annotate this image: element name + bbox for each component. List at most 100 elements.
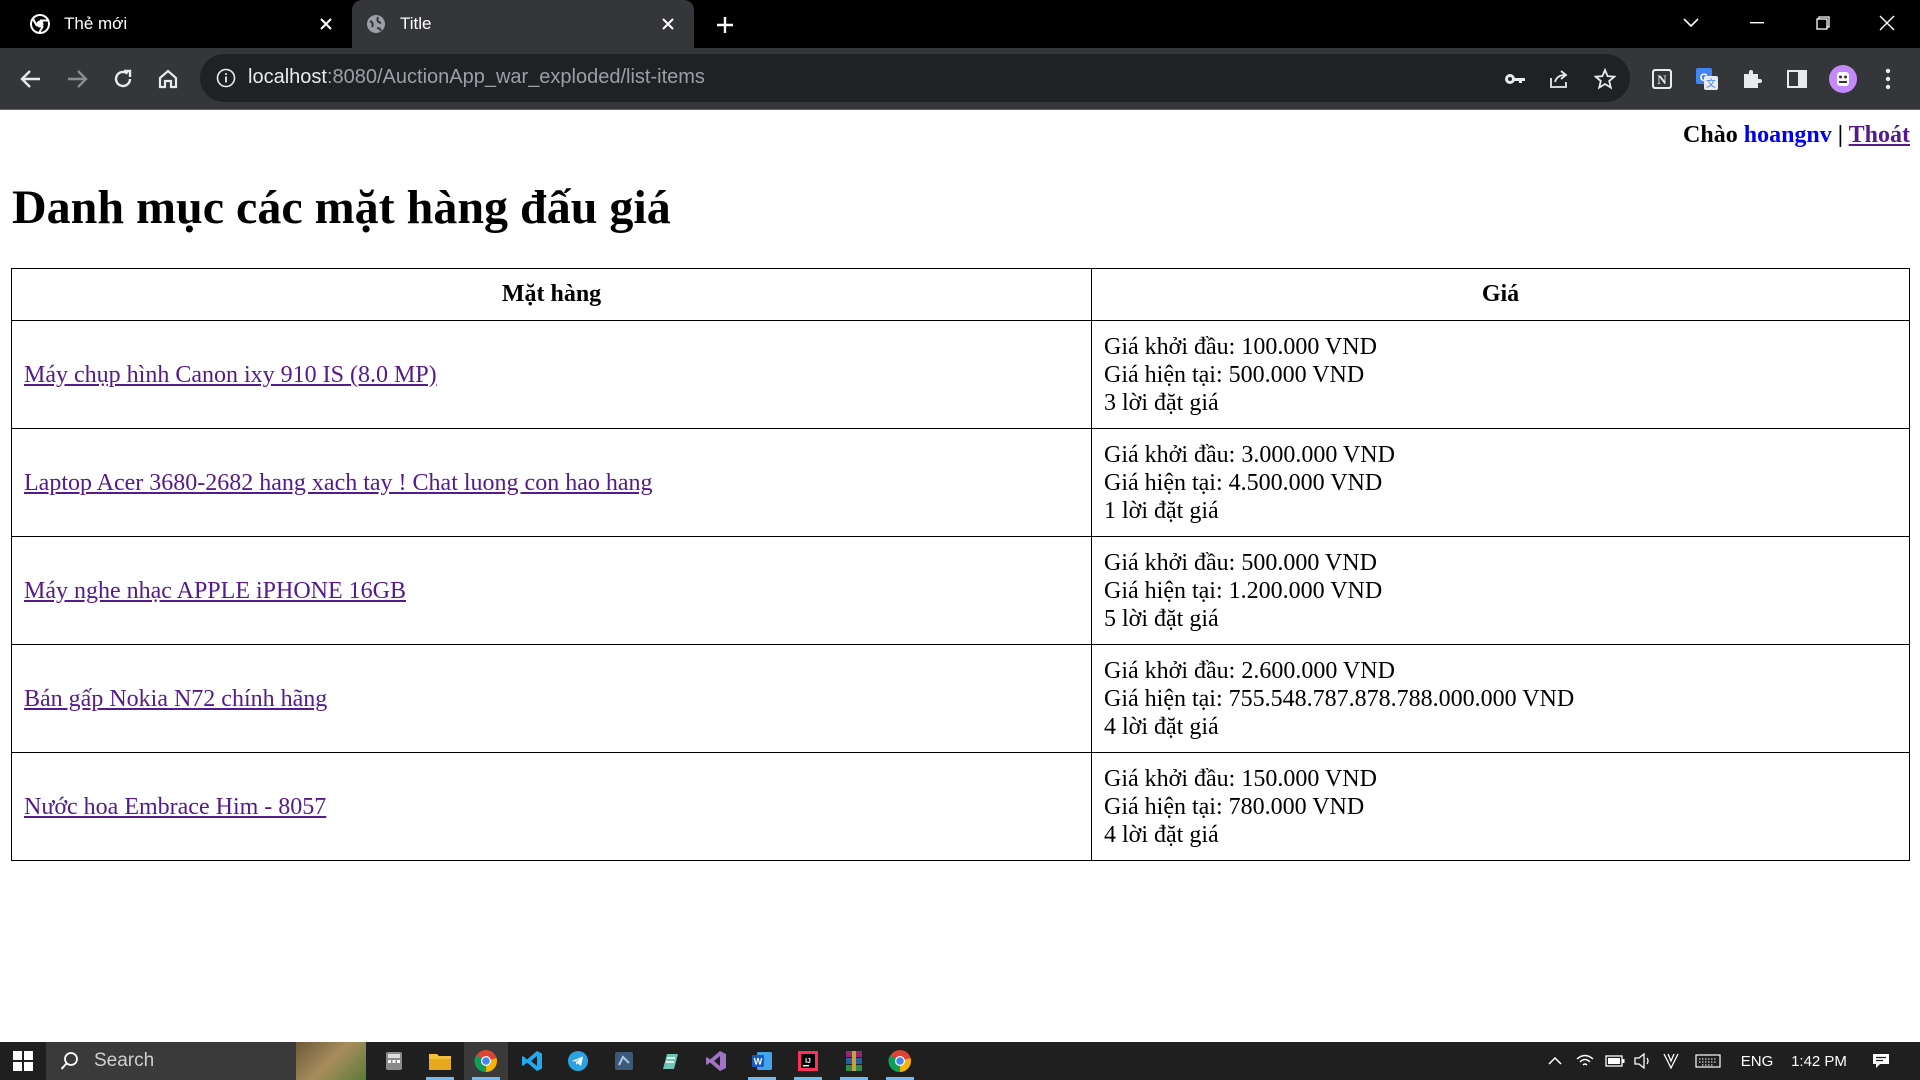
translate-extension-icon[interactable]: G文: [1692, 64, 1722, 94]
extensions-puzzle-icon[interactable]: [1737, 64, 1767, 94]
logout-link[interactable]: Thoát: [1849, 122, 1910, 148]
restore-icon[interactable]: [1808, 8, 1838, 38]
table-row: Laptop Acer 3680-2682 hang xach tay ! Ch…: [11, 428, 1910, 537]
visual-studio-app-icon[interactable]: [694, 1042, 738, 1080]
wifi-icon[interactable]: [1574, 1042, 1596, 1080]
search-icon: [60, 1051, 80, 1071]
bid-count: 1 lời đặt giá: [1104, 497, 1219, 524]
site-info-icon[interactable]: [214, 66, 238, 90]
tab-search-icon[interactable]: [1676, 8, 1706, 38]
clock-time[interactable]: 1:42 PM: [1786, 1042, 1852, 1080]
current-price: Giá hiện tại: 500.000 VND: [1104, 361, 1365, 388]
item-cell: Nước hoa Embrace Him - 8057: [11, 752, 1092, 861]
address-bar[interactable]: localhost:8080/AuctionApp_war_exploded/l…: [200, 54, 1630, 102]
current-price: Giá hiện tại: 755.548.787.878.788.000.00…: [1104, 685, 1575, 712]
word-app-icon[interactable]: W: [740, 1042, 784, 1080]
intellij-app-icon[interactable]: IJ: [786, 1042, 830, 1080]
chrome-app-icon[interactable]: [464, 1042, 508, 1080]
home-icon[interactable]: [153, 64, 183, 94]
notes-app-icon[interactable]: [648, 1042, 692, 1080]
item-link[interactable]: Bán gấp Nokia N72 chính hãng: [24, 686, 327, 712]
back-arrow-icon[interactable]: [16, 64, 46, 94]
column-header-price: Giá: [1091, 268, 1910, 321]
winrar-app-icon[interactable]: [832, 1042, 876, 1080]
volume-icon[interactable]: [1632, 1042, 1654, 1080]
close-tab-icon[interactable]: [316, 14, 336, 34]
table-header-row: Mặt hàng Giá: [11, 268, 1910, 321]
user-greeting: Chào hoangnv | Thoát: [1683, 122, 1910, 149]
item-cell: Máy chụp hình Canon ixy 910 IS (8.0 MP): [11, 320, 1092, 429]
page-title: Danh mục các mặt hàng đấu giá: [12, 181, 671, 234]
vpn-icon[interactable]: [1660, 1042, 1682, 1080]
current-price: Giá hiện tại: 780.000 VND: [1104, 793, 1365, 820]
url-text[interactable]: localhost:8080/AuctionApp_war_exploded/l…: [248, 66, 705, 89]
vscode-app-icon[interactable]: [510, 1042, 554, 1080]
table-row: Máy nghe nhạc APPLE iPHONE 16GB Giá khởi…: [11, 536, 1910, 645]
bid-count: 3 lời đặt giá: [1104, 389, 1219, 416]
page-content: Chào hoangnv | Thoát Danh mục các mặt hà…: [0, 110, 1920, 1042]
input-language[interactable]: ENG: [1736, 1042, 1778, 1080]
item-link[interactable]: Máy nghe nhạc APPLE iPHONE 16GB: [24, 578, 406, 604]
item-link[interactable]: Máy chụp hình Canon ixy 910 IS (8.0 MP): [24, 362, 437, 388]
tab-title-page[interactable]: Title: [352, 0, 694, 48]
bookmark-star-icon[interactable]: [1592, 66, 1618, 92]
profile-avatar[interactable]: [1828, 64, 1858, 94]
price-cell: Giá khởi đầu: 3.000.000 VND Giá hiện tại…: [1091, 428, 1910, 537]
windows-taskbar: Search W IJ ENG 1:42 PM: [0, 1042, 1920, 1080]
item-link[interactable]: Nước hoa Embrace Him - 8057: [24, 794, 326, 820]
tray-chevron-up-icon[interactable]: [1544, 1042, 1566, 1080]
price-cell: Giá khởi đầu: 100.000 VND Giá hiện tại: …: [1091, 320, 1910, 429]
bid-count: 5 lời đặt giá: [1104, 605, 1219, 632]
start-price: Giá khởi đầu: 3.000.000 VND: [1104, 441, 1395, 468]
chrome-app-icon-2[interactable]: [878, 1042, 922, 1080]
greeting-prefix: Chào: [1683, 122, 1738, 148]
svg-text:IJ: IJ: [805, 1058, 811, 1065]
minimize-icon[interactable]: [1742, 8, 1772, 38]
telegram-app-icon[interactable]: [556, 1042, 600, 1080]
tab-title: Title: [400, 14, 432, 33]
start-price: Giá khởi đầu: 100.000 VND: [1104, 333, 1377, 360]
forward-arrow-icon[interactable]: [62, 64, 92, 94]
browser-toolbar: localhost:8080/AuctionApp_war_exploded/l…: [0, 48, 1920, 110]
bid-count: 4 lời đặt giá: [1104, 713, 1219, 740]
item-link[interactable]: Laptop Acer 3680-2682 hang xach tay ! Ch…: [24, 470, 653, 496]
new-tab-button[interactable]: [712, 12, 738, 38]
close-tab-icon[interactable]: [658, 14, 678, 34]
table-row: Bán gấp Nokia N72 chính hãng Giá khởi đầ…: [11, 644, 1910, 753]
search-placeholder: Search: [94, 1050, 155, 1071]
battery-icon[interactable]: [1604, 1042, 1626, 1080]
chrome-icon: [30, 14, 50, 34]
start-price: Giá khởi đầu: 2.600.000 VND: [1104, 657, 1395, 684]
username: hoangnv: [1743, 122, 1832, 148]
file-explorer-app-icon[interactable]: [418, 1042, 462, 1080]
table-row: Nước hoa Embrace Him - 8057 Giá khởi đầu…: [11, 752, 1910, 861]
key-icon[interactable]: [1502, 66, 1528, 92]
notification-icon[interactable]: [1866, 1042, 1896, 1080]
tab-new-tab[interactable]: Thẻ mới: [0, 0, 352, 48]
auction-items-table: Mặt hàng Giá Máy chụp hình Canon ixy 910…: [11, 268, 1910, 861]
keyboard-icon[interactable]: [1692, 1042, 1724, 1080]
notion-extension-icon[interactable]: N: [1647, 64, 1677, 94]
windows-start-icon[interactable]: [0, 1042, 46, 1080]
start-price: Giá khởi đầu: 150.000 VND: [1104, 765, 1377, 792]
sql-server-app-icon[interactable]: [602, 1042, 646, 1080]
price-cell: Giá khởi đầu: 2.600.000 VND Giá hiện tại…: [1091, 644, 1910, 753]
browser-tab-strip: Thẻ mới Title: [0, 0, 1920, 48]
tab-title: Thẻ mới: [64, 14, 128, 33]
item-cell: Máy nghe nhạc APPLE iPHONE 16GB: [11, 536, 1092, 645]
globe-icon: [366, 14, 386, 34]
close-window-icon[interactable]: [1872, 8, 1902, 38]
svg-text:W: W: [754, 1057, 763, 1067]
taskbar-search[interactable]: Search: [46, 1042, 366, 1080]
calculator-app-icon[interactable]: [372, 1042, 416, 1080]
table-row: Máy chụp hình Canon ixy 910 IS (8.0 MP) …: [11, 320, 1910, 429]
reload-icon[interactable]: [108, 64, 138, 94]
item-cell: Laptop Acer 3680-2682 hang xach tay ! Ch…: [11, 428, 1092, 537]
svg-text:文: 文: [1706, 77, 1716, 90]
side-panel-icon[interactable]: [1782, 64, 1812, 94]
share-icon[interactable]: [1546, 66, 1572, 92]
item-cell: Bán gấp Nokia N72 chính hãng: [11, 644, 1092, 753]
current-price: Giá hiện tại: 1.200.000 VND: [1104, 577, 1383, 604]
browser-menu-icon[interactable]: [1873, 64, 1903, 94]
start-price: Giá khởi đầu: 500.000 VND: [1104, 549, 1377, 576]
